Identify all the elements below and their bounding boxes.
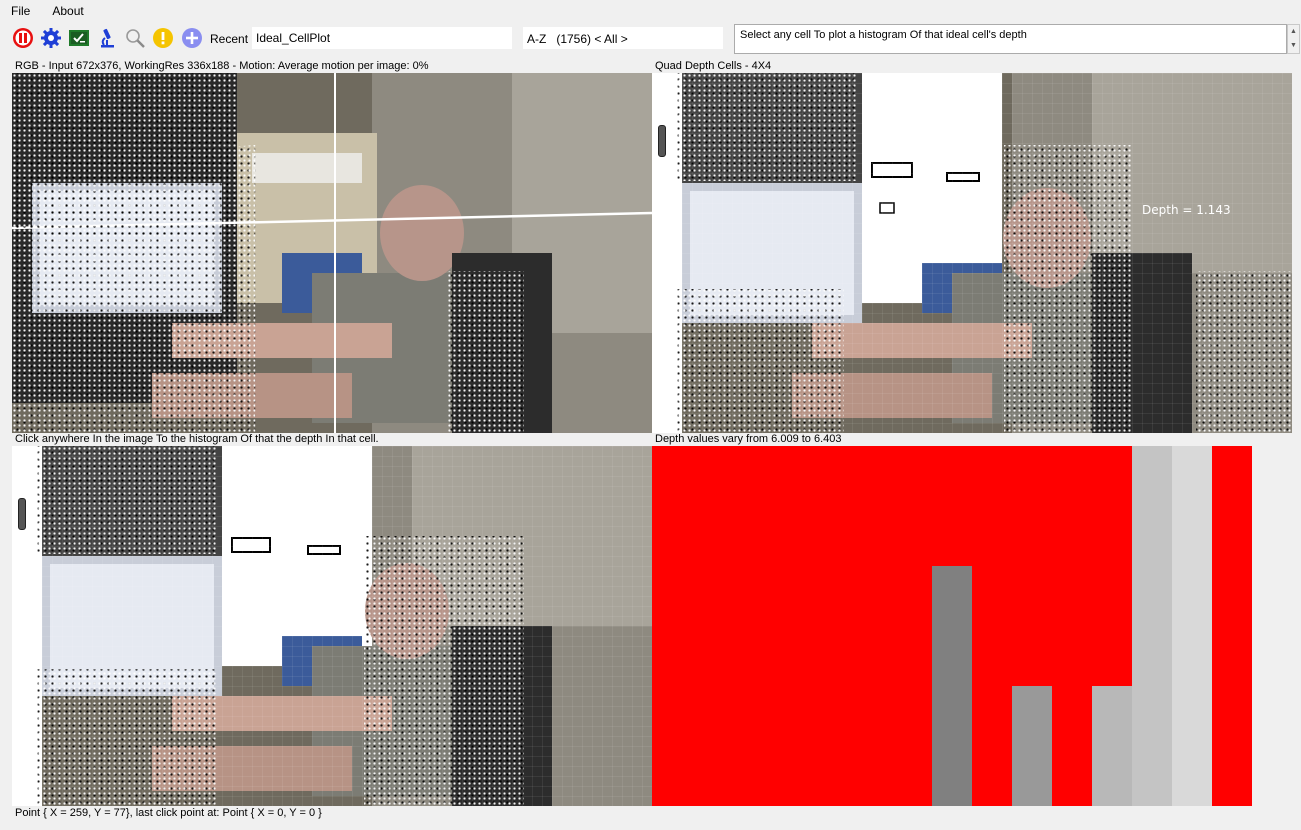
settings-button[interactable] [39,26,63,50]
menu-about[interactable]: About [41,0,94,22]
click-caption: Click anywhere In the image To the histo… [15,433,379,445]
click-image-panel[interactable] [12,446,652,806]
histogram-bar-10 [1012,686,1052,806]
pause-button[interactable] [11,26,35,50]
depth-readout: Depth = 1.143 [1142,203,1231,217]
rgb-caption: RGB - Input 672x376, WorkingRes 336x188 … [15,60,429,72]
histogram-bar-14 [1172,446,1212,806]
microscope-icon [101,28,114,48]
add-button[interactable] [180,26,204,50]
depth-histogram-panel[interactable] [652,446,1252,806]
search-button[interactable] [123,26,147,50]
plus-icon [182,28,202,48]
click-slider-handle[interactable] [18,498,26,530]
status-bar: Point { X = 259, Y = 77}, last click poi… [15,807,322,819]
rgb-image-panel[interactable] [12,73,652,433]
pause-icon [13,28,33,48]
histogram-caption: Depth values vary from 6.009 to 6.403 [655,433,842,445]
gear-icon [41,28,61,48]
histogram-bar-12 [1092,686,1132,806]
quad-slider-handle[interactable] [658,125,666,157]
message-box: Select any cell To plot a histogram Of t… [734,24,1287,54]
info-icon [153,28,173,48]
histogram-bar-8 [932,565,972,806]
quad-depth-panel[interactable]: Depth = 1.143 [652,73,1292,433]
algorithm-nav[interactable]: A-Z (1756) < All > [527,32,628,46]
message-scrollbar[interactable]: ▲ ▼ [1287,24,1300,54]
menu-file[interactable]: File [0,0,41,22]
test-button[interactable] [67,26,91,50]
menu-bar: File About [0,0,1301,22]
info-button[interactable] [151,26,175,50]
recent-input[interactable] [252,27,512,49]
histogram-bar-13 [1132,446,1172,806]
magnifier-icon [126,29,145,48]
recent-label: Recent [210,32,249,46]
quad-caption: Quad Depth Cells - 4X4 [655,60,772,72]
microscope-button[interactable] [95,26,119,50]
toolbar: Recent A-Z (1756) < All > Select any cel… [0,22,1301,58]
terminal-check-icon [69,30,89,46]
